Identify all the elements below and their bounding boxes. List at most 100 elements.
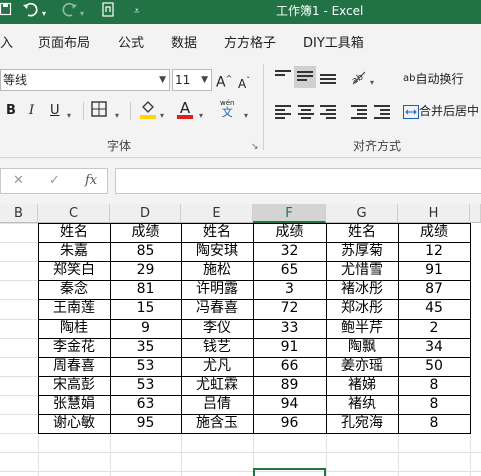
- table-cell[interactable]: 王南莲: [38, 299, 110, 318]
- table-cell[interactable]: 87: [398, 280, 470, 299]
- column-header-next[interactable]: [470, 204, 481, 223]
- table-cell[interactable]: 96: [253, 414, 326, 433]
- column-header-C[interactable]: C: [38, 204, 110, 223]
- phonetic-guide-button[interactable]: wén 文: [220, 98, 234, 118]
- chevron-down-icon[interactable]: ▾: [244, 107, 248, 125]
- table-cell[interactable]: 郑冰彤: [326, 299, 398, 318]
- tab-data[interactable]: 数据: [171, 32, 197, 51]
- merge-center-button[interactable]: 合并后居中: [403, 102, 479, 121]
- table-header-cell[interactable]: 成绩: [398, 223, 470, 242]
- grow-font-button[interactable]: A^: [216, 70, 232, 92]
- chevron-down-icon[interactable]: ▾: [199, 107, 203, 125]
- table-header-cell[interactable]: 成绩: [253, 223, 326, 242]
- table-cell[interactable]: 许明露: [181, 280, 253, 299]
- column-header-E[interactable]: E: [181, 204, 253, 223]
- table-cell[interactable]: 2: [398, 319, 470, 338]
- table-cell[interactable]: 钱艺: [181, 338, 253, 357]
- wrap-text-button[interactable]: ab自动换行: [403, 70, 464, 89]
- chevron-down-icon[interactable]: ▾: [370, 74, 374, 92]
- table-cell[interactable]: 65: [253, 261, 326, 280]
- chevron-down-icon[interactable]: ▾: [115, 107, 119, 125]
- font-name-box[interactable]: 等线 ▼: [0, 69, 170, 91]
- touch-mode-icon[interactable]: [102, 2, 116, 24]
- cancel-icon[interactable]: ✕: [13, 173, 24, 188]
- formula-input[interactable]: [115, 168, 481, 194]
- table-cell[interactable]: 姜亦瑶: [326, 357, 398, 376]
- table-cell[interactable]: 34: [398, 338, 470, 357]
- table-cell[interactable]: 53: [110, 357, 181, 376]
- italic-button[interactable]: I: [29, 102, 34, 120]
- column-header-D[interactable]: D: [110, 204, 181, 223]
- align-bottom-icon[interactable]: [320, 74, 336, 88]
- orientation-icon[interactable]: ab: [350, 68, 368, 92]
- table-cell[interactable]: 91: [253, 338, 326, 357]
- tab-fangfang-gezi[interactable]: 方方格子: [224, 32, 276, 51]
- align-top-icon[interactable]: [275, 70, 291, 84]
- table-cell[interactable]: 冯春喜: [181, 299, 253, 318]
- table-cell[interactable]: 32: [253, 242, 326, 261]
- table-cell[interactable]: 45: [398, 299, 470, 318]
- borders-icon[interactable]: [91, 101, 107, 123]
- undo-icon[interactable]: [22, 2, 40, 24]
- table-cell[interactable]: 3: [253, 280, 326, 299]
- shrink-font-button[interactable]: Aˇ: [238, 72, 250, 93]
- table-cell[interactable]: 29: [110, 261, 181, 280]
- column-header-G[interactable]: G: [326, 204, 398, 223]
- customize-qat-icon[interactable]: ⩡: [134, 2, 140, 22]
- table-header-cell[interactable]: 姓名: [181, 223, 253, 242]
- selected-cell[interactable]: [253, 468, 326, 476]
- table-cell[interactable]: 尤凡: [181, 357, 253, 376]
- table-cell[interactable]: 94: [253, 395, 326, 414]
- increase-indent-icon[interactable]: [374, 105, 390, 119]
- table-cell[interactable]: 91: [398, 261, 470, 280]
- table-header-cell[interactable]: 姓名: [326, 223, 398, 242]
- table-cell[interactable]: 81: [110, 280, 181, 299]
- chevron-down-icon[interactable]: ▼: [201, 70, 208, 90]
- table-cell[interactable]: 72: [253, 299, 326, 318]
- table-cell[interactable]: 郑笑白: [38, 261, 110, 280]
- table-cell[interactable]: 宋高彭: [38, 376, 110, 395]
- dialog-launcher-icon[interactable]: ↘: [251, 142, 259, 152]
- insert-function-icon[interactable]: fx: [85, 173, 97, 188]
- table-cell[interactable]: 33: [253, 319, 326, 338]
- table-cell[interactable]: 张慧娟: [38, 395, 110, 414]
- table-cell[interactable]: 89: [253, 376, 326, 395]
- table-cell[interactable]: 8: [398, 376, 470, 395]
- tab-formulas[interactable]: 公式: [118, 32, 144, 51]
- table-cell[interactable]: 12: [398, 242, 470, 261]
- table-cell[interactable]: 9: [110, 319, 181, 338]
- font-size-box[interactable]: 11 ▼: [172, 69, 212, 91]
- chevron-down-icon[interactable]: ▼: [159, 70, 166, 90]
- decrease-indent-icon[interactable]: [351, 105, 367, 119]
- chevron-down-icon[interactable]: ▾: [67, 107, 71, 125]
- chevron-down-icon[interactable]: ▾: [42, 4, 46, 24]
- table-cell[interactable]: 66: [253, 357, 326, 376]
- tab-diy-toolbox[interactable]: DIY工具箱: [303, 32, 364, 51]
- table-cell[interactable]: 尤虹霖: [181, 376, 253, 395]
- table-cell[interactable]: 95: [110, 414, 181, 433]
- table-header-cell[interactable]: 姓名: [38, 223, 110, 242]
- column-header-B[interactable]: B: [0, 204, 38, 223]
- table-cell[interactable]: 53: [110, 376, 181, 395]
- table-cell[interactable]: 35: [110, 338, 181, 357]
- align-middle-button[interactable]: [294, 66, 316, 88]
- table-cell[interactable]: 15: [110, 299, 181, 318]
- font-color-button[interactable]: A: [177, 99, 193, 119]
- tab-page-layout[interactable]: 页面布局: [38, 32, 90, 51]
- table-cell[interactable]: 周春喜: [38, 357, 110, 376]
- table-cell[interactable]: 褚纨: [326, 395, 398, 414]
- table-cell[interactable]: 陶飘: [326, 338, 398, 357]
- table-cell[interactable]: 朱嘉: [38, 242, 110, 261]
- align-right-icon[interactable]: [320, 105, 336, 119]
- bold-button[interactable]: B: [6, 102, 16, 120]
- table-cell[interactable]: 苏厚菊: [326, 242, 398, 261]
- table-cell[interactable]: 8: [398, 414, 470, 433]
- column-header-F[interactable]: F: [253, 204, 326, 223]
- chevron-down-icon[interactable]: ▾: [160, 107, 164, 125]
- table-cell[interactable]: 秦念: [38, 280, 110, 299]
- table-cell[interactable]: 8: [398, 395, 470, 414]
- enter-icon[interactable]: ✓: [49, 173, 60, 188]
- table-cell[interactable]: 陶桂: [38, 319, 110, 338]
- underline-button[interactable]: U: [50, 102, 60, 120]
- table-cell[interactable]: 施松: [181, 261, 253, 280]
